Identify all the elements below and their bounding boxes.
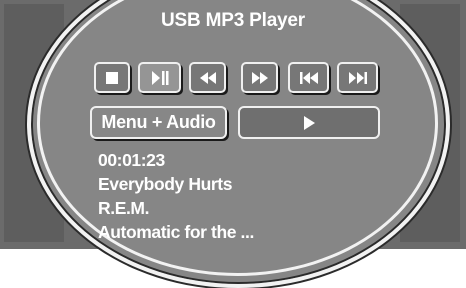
next-track-button[interactable] [337,62,378,93]
rewind-icon [199,71,217,85]
track-album: Automatic for the ... [98,222,254,242]
player-screen: USB MP3 Player Menu + Audio 00:01:23 Eve… [0,0,466,288]
stop-icon [105,71,119,85]
fast-forward-icon [251,71,269,85]
track-artist: R.E.M. [98,198,150,218]
elapsed-time: 00:01:23 [98,150,165,170]
rewind-button[interactable] [189,62,226,93]
skip-back-icon [299,71,319,85]
track-title: Everybody Hurts [98,174,233,194]
stop-button[interactable] [94,62,130,93]
play-icon [302,115,316,131]
menu-audio-button[interactable]: Menu + Audio [90,106,227,139]
page-title: USB MP3 Player [161,10,305,31]
play-pause-icon [150,70,170,86]
skip-forward-icon [348,71,368,85]
playback-status [238,106,380,139]
previous-track-button[interactable] [288,62,329,93]
fast-forward-button[interactable] [241,62,278,93]
play-pause-button[interactable] [138,62,181,93]
